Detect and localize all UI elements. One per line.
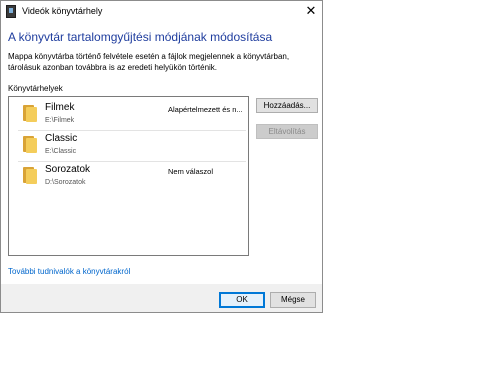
library-locations-list[interactable]: Filmek E:\Filmek Alapértelmezett és n...… bbox=[8, 96, 249, 256]
folder-path: E:\Classic bbox=[45, 148, 77, 155]
folder-status: Nem válaszol bbox=[168, 167, 214, 176]
folder-name: Filmek bbox=[45, 102, 75, 113]
folder-status: Alapértelmezett és n... bbox=[168, 105, 243, 114]
folder-icon bbox=[23, 136, 37, 153]
list-item-sorozatok[interactable]: Sorozatok D:\Sorozatok Nem válaszol bbox=[18, 162, 246, 192]
close-icon[interactable]: ✕ bbox=[303, 3, 319, 19]
folder-path: E:\Filmek bbox=[45, 117, 75, 124]
title-bar[interactable]: Videók könyvtárhely ✕ bbox=[1, 1, 322, 23]
more-info-link[interactable]: További tudnivalók a könyvtárakról bbox=[8, 267, 130, 276]
ok-button[interactable]: OK bbox=[219, 292, 265, 308]
add-location-button[interactable]: Hozzáadás... bbox=[256, 98, 318, 113]
folder-name: Classic bbox=[45, 133, 78, 144]
video-library-icon bbox=[6, 5, 16, 18]
cancel-button[interactable]: Mégse bbox=[270, 292, 316, 308]
folder-icon bbox=[23, 105, 37, 122]
window-title: Videók könyvtárhely bbox=[22, 6, 103, 16]
list-item-filmek[interactable]: Filmek E:\Filmek Alapértelmezett és n... bbox=[18, 100, 246, 131]
folder-name: Sorozatok bbox=[45, 164, 91, 175]
folder-icon bbox=[23, 167, 37, 184]
dialog-description: Mappa könyvtárba történő felvétele eseté… bbox=[8, 52, 290, 72]
folder-path: D:\Sorozatok bbox=[45, 179, 86, 186]
remove-location-button[interactable]: Eltávolítás bbox=[256, 124, 318, 139]
list-item-classic[interactable]: Classic E:\Classic bbox=[18, 131, 246, 162]
library-locations-label: Könyvtárhelyek bbox=[8, 84, 63, 93]
dialog-heading: A könyvtár tartalomgyűjtési módjának mód… bbox=[8, 30, 273, 44]
library-locations-dialog: Videók könyvtárhely ✕ A könyvtár tartalo… bbox=[0, 0, 323, 313]
